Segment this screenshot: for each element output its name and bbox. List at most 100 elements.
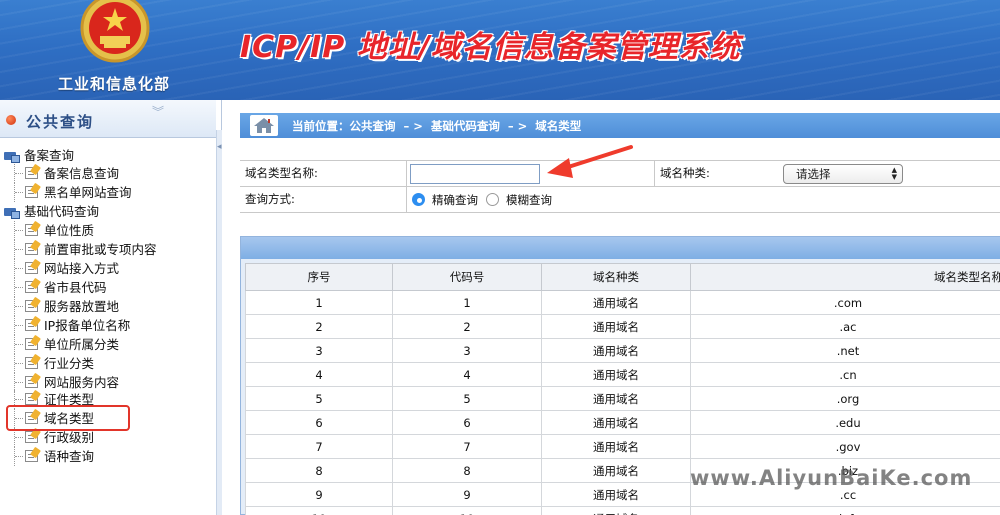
- tree-item-label: 行业分类: [44, 356, 95, 371]
- cell-seq: 1: [245, 290, 393, 315]
- cell-code: 8: [392, 458, 542, 483]
- fuzzy-query-label[interactable]: 模糊查询: [506, 193, 552, 207]
- national-emblem-icon: [80, 0, 150, 63]
- cell-kind: 通用域名: [541, 410, 691, 435]
- tree-item-label: 黑名单网站查询: [44, 185, 132, 200]
- tree-group-label: 基础代码查询: [24, 204, 100, 219]
- column-header: 代码号: [392, 263, 542, 291]
- document-icon: [25, 167, 38, 179]
- domain-name-input[interactable]: [410, 164, 540, 184]
- cell-type-name: .ac: [690, 314, 1000, 339]
- breadcrumb-text: 当前位置：公共查询 – > 基础代码查询 – > 域名类型: [292, 119, 582, 133]
- query-mode-label: 查询方式:: [245, 192, 295, 206]
- table-header-row: 序号 代码号 域名种类 域名类型名称: [245, 263, 1000, 291]
- cell-kind: 通用域名: [541, 434, 691, 459]
- cell-seq: 2: [245, 314, 393, 339]
- table-row: 1 1 通用域名 .com: [245, 290, 1000, 315]
- results-header-bar: [241, 237, 1000, 259]
- column-header: 序号: [245, 263, 393, 291]
- table-row: 1010通用域名.info: [245, 506, 1000, 515]
- cell-seq: 5: [245, 386, 393, 411]
- sidebar-title: 公共查询: [26, 113, 95, 131]
- document-icon: [25, 243, 38, 255]
- sidebar: 公共查询 ︾ ◂ 备案查询 备案信息查询 黑名单网站查询 基础代码查询 单位性质…: [0, 100, 222, 515]
- cell-code: 3: [392, 338, 542, 363]
- highlight-box: [6, 405, 130, 431]
- domain-kind-label: 域名种类:: [654, 161, 784, 187]
- tree-item-label: 单位所属分类: [44, 337, 120, 352]
- cell-seq: 4: [245, 362, 393, 387]
- header-banner: 工业和信息化部 ICP/IP 地址/域名信息备案管理系统: [0, 0, 1000, 100]
- table-row: 6 6 通用域名 .edu: [245, 410, 1000, 435]
- cell-type-name: .com: [690, 290, 1000, 315]
- sidebar-header[interactable]: 公共查询 ︾: [0, 100, 216, 138]
- collapse-chevron-icon[interactable]: ︾: [152, 106, 164, 118]
- tree-group-label: 备案查询: [24, 148, 75, 163]
- cell-kind: 通用域名: [541, 482, 691, 507]
- cell-seq: 9: [245, 482, 393, 507]
- cell-seq: 6: [245, 410, 393, 435]
- form-row-mode: 查询方式: 精确查询 模糊查询: [240, 187, 1000, 213]
- domain-kind-select[interactable]: 请选择 ▲ ▼: [783, 164, 903, 184]
- sidebar-splitter[interactable]: ◂: [216, 130, 222, 515]
- cell-type-name: .cn: [690, 362, 1000, 387]
- cell-seq: 3: [245, 338, 393, 363]
- ministry-name: 工业和信息化部: [58, 75, 171, 93]
- cell-code: 5: [392, 386, 542, 411]
- cell-kind: 通用域名: [541, 338, 691, 363]
- tree-item-label: 前置审批或专项内容: [44, 242, 157, 257]
- collapse-arrow-icon[interactable]: ◂: [217, 142, 222, 152]
- tree-item-label: 备案信息查询: [44, 166, 120, 181]
- cell-kind: 通用域名: [541, 386, 691, 411]
- tree-group-record-query[interactable]: 备案查询: [4, 146, 74, 165]
- document-icon: [25, 338, 38, 350]
- tree-item-label: 服务器放置地: [44, 299, 120, 314]
- cell-code: 2: [392, 314, 542, 339]
- table-row: 4 4 通用域名 .cn: [245, 362, 1000, 387]
- exact-query-label[interactable]: 精确查询: [432, 193, 478, 207]
- cell-code: 9: [392, 482, 542, 507]
- column-header: 域名类型名称: [690, 263, 1000, 291]
- tree-item-label: 单位性质: [44, 223, 95, 238]
- cell-code: 7: [392, 434, 542, 459]
- radio-fuzzy-query[interactable]: [486, 193, 499, 206]
- cell-type-name: .gov: [690, 434, 1000, 459]
- folder-icon: [4, 206, 20, 219]
- document-icon: [25, 281, 38, 293]
- cell-type-name: .org: [690, 386, 1000, 411]
- system-title: ICP/IP 地址/域名信息备案管理系统: [240, 30, 741, 65]
- cell-seq: 7: [245, 434, 393, 459]
- domain-name-label: 域名类型名称:: [245, 166, 318, 180]
- cell-type-name: .edu: [690, 410, 1000, 435]
- cell-code: 1: [392, 290, 542, 315]
- cell-kind: 通用域名: [541, 362, 691, 387]
- document-icon: [25, 319, 38, 331]
- cell-seq: 10: [245, 506, 393, 515]
- tree-item-label: 省市县代码: [44, 280, 107, 295]
- table-row: 7 7 通用域名 .gov: [245, 434, 1000, 459]
- document-icon: [25, 262, 38, 274]
- watermark: www.AliyunBaiKe.com: [690, 466, 973, 490]
- tree-item-label: 网站接入方式: [44, 261, 120, 276]
- cell-type-name: .net: [690, 338, 1000, 363]
- folder-icon: [4, 150, 20, 163]
- document-icon: [25, 186, 38, 198]
- radio-exact-query[interactable]: [412, 193, 425, 206]
- domain-kind-selected: 请选择: [796, 167, 831, 181]
- bullet-icon: [6, 115, 16, 125]
- home-icon[interactable]: [250, 115, 278, 136]
- cell-code: 4: [392, 362, 542, 387]
- document-icon: [25, 393, 38, 405]
- table-row: 3 3 通用域名 .net: [245, 338, 1000, 363]
- table-row: 2 2 通用域名 .ac: [245, 314, 1000, 339]
- column-header: 域名种类: [541, 263, 691, 291]
- cell-kind: 通用域名: [541, 314, 691, 339]
- cell-code: 10: [392, 506, 542, 515]
- document-icon: [25, 300, 38, 312]
- breadcrumb: 当前位置：公共查询 – > 基础代码查询 – > 域名类型: [240, 113, 1000, 138]
- cell-kind: 通用域名: [541, 506, 691, 515]
- cell-seq: 8: [245, 458, 393, 483]
- tree-group-basic-code-query[interactable]: 基础代码查询: [4, 202, 99, 221]
- table-row: 5 5 通用域名 .org: [245, 386, 1000, 411]
- document-icon: [25, 450, 38, 462]
